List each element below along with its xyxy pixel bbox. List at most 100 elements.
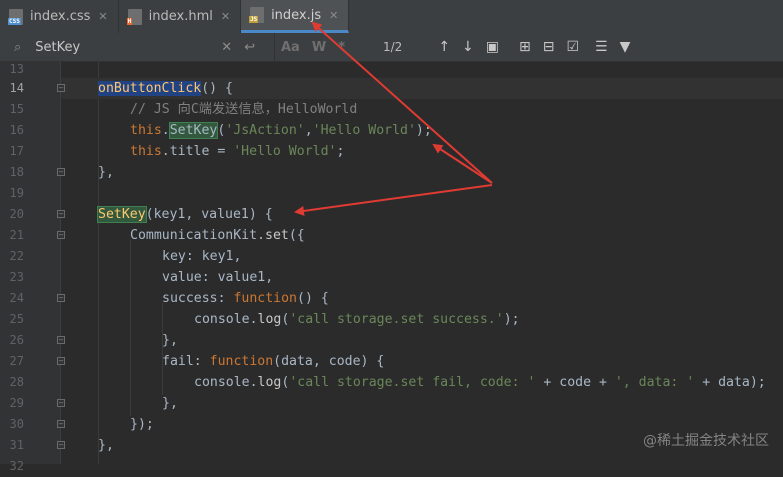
- filter-settings-icon[interactable]: ☰: [595, 39, 608, 55]
- code-text: this.SetKey('JsAction','Hello World');: [130, 120, 432, 141]
- code-token: function: [209, 354, 274, 369]
- fold-icon[interactable]: −: [57, 441, 65, 449]
- add-selection-icon[interactable]: ⊞: [519, 39, 531, 55]
- code-token: );: [415, 123, 432, 138]
- code-token: fail:: [162, 354, 210, 369]
- code-token: (key1, value1) {: [145, 207, 273, 222]
- select-all-occurrences-icon[interactable]: ▣: [486, 39, 499, 55]
- code-text: onButtonClick() {: [98, 78, 233, 99]
- close-icon[interactable]: ✕: [98, 10, 107, 23]
- line-number: 28: [9, 375, 24, 389]
- code-token: .title =: [161, 144, 234, 159]
- words-toggle[interactable]: W: [312, 40, 326, 55]
- tab-label: index.js: [271, 7, 322, 23]
- code-token: );: [503, 312, 520, 327]
- match-case-toggle[interactable]: Aa: [281, 40, 300, 55]
- code-token: 'JsAction': [225, 123, 305, 138]
- search-icon[interactable]: ⌕: [14, 40, 21, 55]
- fold-icon[interactable]: −: [57, 399, 65, 407]
- code-line: 26 − },: [0, 330, 783, 351]
- line-number: 23: [9, 270, 24, 284]
- code-line: 15 // JS 向C端发送信息，HelloWorld: [0, 99, 783, 120]
- line-number: 31: [9, 438, 24, 452]
- fold-icon[interactable]: −: [57, 84, 65, 92]
- filter-icon[interactable]: ▼: [620, 39, 631, 55]
- match-count: 1/2: [383, 40, 403, 54]
- code-token: CommunicationKit: [130, 228, 258, 243]
- tab-index-css[interactable]: CSS index.css ✕: [0, 0, 119, 33]
- code-token: .: [249, 375, 258, 390]
- js-file-icon: JS: [249, 7, 265, 23]
- code-token: () {: [297, 291, 329, 306]
- code-token: log: [257, 312, 282, 327]
- tab-index-js[interactable]: JS index.js ✕: [241, 0, 350, 33]
- fold-icon[interactable]: −: [57, 231, 65, 239]
- line-number: 25: [9, 312, 24, 326]
- line-number: 16: [9, 123, 24, 137]
- code-token: ,: [304, 123, 313, 138]
- code-text: console.log('call storage.set success.')…: [194, 309, 520, 330]
- code-text: },: [162, 333, 178, 348]
- code-line: 16 this.SetKey('JsAction','Hello World')…: [0, 120, 783, 141]
- code-text: fail: function(data, code) {: [162, 351, 384, 372]
- code-token: console: [194, 312, 250, 327]
- fold-icon[interactable]: −: [57, 168, 65, 176]
- fold-icon[interactable]: −: [57, 294, 65, 302]
- code-token: 'call storage.set success.': [289, 312, 504, 327]
- watermark: @稀土掘金技术社区: [643, 433, 769, 449]
- search-input[interactable]: SetKey: [35, 40, 215, 55]
- code-line: 17 this.title = 'Hello World';: [0, 141, 783, 162]
- code-line: 20 − SetKey(key1, value1) {: [0, 204, 783, 225]
- replace-toggle-icon[interactable]: ↩: [244, 40, 255, 55]
- previous-occurrence-icon[interactable]: ↑: [438, 39, 450, 55]
- code-text: },: [98, 165, 114, 180]
- css-file-icon: CSS: [8, 8, 23, 25]
- code-token: this: [130, 144, 162, 159]
- code-token: success:: [162, 291, 234, 306]
- code-token: this: [130, 123, 162, 138]
- tab-index-hml[interactable]: H index.hml ✕: [119, 0, 242, 33]
- line-number: 19: [9, 186, 24, 200]
- code-token: (data, code) {: [273, 354, 385, 369]
- code-token: 'Hello World': [233, 144, 337, 159]
- code-line: 32: [0, 456, 783, 477]
- fold-icon[interactable]: −: [57, 420, 65, 428]
- line-number: 20: [9, 207, 24, 221]
- line-number: 13: [9, 62, 24, 76]
- code-token: function: [233, 291, 297, 306]
- regex-toggle[interactable]: *: [338, 40, 345, 55]
- next-occurrence-icon[interactable]: ↓: [462, 39, 474, 55]
- line-number: 18: [9, 165, 24, 179]
- code-text: value: value1,: [162, 270, 274, 285]
- code-token: console: [194, 375, 250, 390]
- code-line: 24 − success: function() {: [0, 288, 783, 309]
- code-token: .: [249, 312, 258, 327]
- code-text: success: function() {: [162, 288, 329, 309]
- code-line: 19: [0, 183, 783, 204]
- code-text: });: [130, 417, 154, 432]
- editor-tab-bar: CSS index.css ✕ H index.hml ✕ JS index.j…: [0, 0, 783, 34]
- tab-label: index.hml: [148, 9, 213, 24]
- code-token: log: [257, 375, 282, 390]
- line-number: 29: [9, 396, 24, 410]
- code-text: },: [162, 396, 178, 411]
- line-number: 22: [9, 249, 24, 263]
- select-all-matches-icon[interactable]: ☑: [566, 39, 579, 55]
- code-line: 18 − },: [0, 162, 783, 183]
- fold-icon[interactable]: −: [57, 210, 65, 218]
- clear-icon[interactable]: ✕: [221, 40, 232, 55]
- code-token: () {: [201, 81, 233, 96]
- close-icon[interactable]: ✕: [221, 10, 230, 23]
- code-line: 28 console.log('call storage.set fail, c…: [0, 372, 783, 393]
- fold-icon[interactable]: −: [57, 336, 65, 344]
- code-line: 21 − CommunicationKit.set({: [0, 225, 783, 246]
- close-icon[interactable]: ✕: [329, 9, 338, 22]
- code-token: 'Hello World': [312, 123, 416, 138]
- code-line: 25 console.log('call storage.set success…: [0, 309, 783, 330]
- line-number: 17: [9, 144, 24, 158]
- line-number: 24: [9, 291, 24, 305]
- remove-selection-icon[interactable]: ⊟: [543, 39, 555, 55]
- code-line: 23 value: value1,: [0, 267, 783, 288]
- search-match: SetKey: [97, 206, 147, 223]
- fold-icon[interactable]: −: [57, 357, 65, 365]
